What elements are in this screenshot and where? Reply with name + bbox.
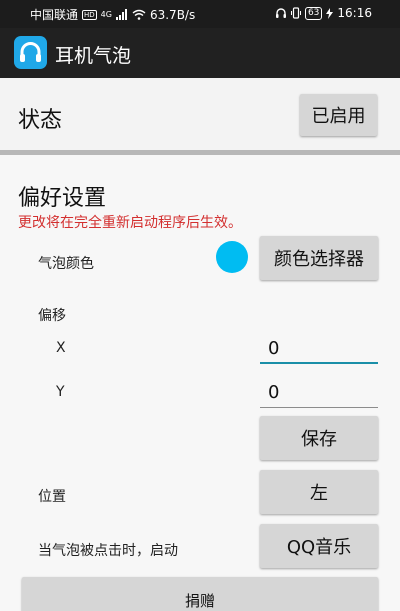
network-type: 4G xyxy=(100,10,112,19)
carrier-name: 中国联通 xyxy=(30,8,79,22)
network-speed: 63.7B/s xyxy=(149,7,196,22)
app-bar: 耳机气泡 xyxy=(0,28,400,78)
app-title: 耳机气泡 xyxy=(55,45,132,67)
wifi-icon xyxy=(132,9,146,20)
headphones-status-icon xyxy=(275,8,286,18)
system-status-bar: 中国联通 HD 4G 63.7B/s 63 16:16 xyxy=(0,0,400,28)
on-click-app-button[interactable]: QQ音乐 xyxy=(260,524,378,568)
restart-warning: 更改将在完全重新启动程序后生效。 xyxy=(18,215,242,231)
offset-x-label: X xyxy=(56,340,66,356)
hd-badge: HD xyxy=(82,9,97,20)
status-label: 状态 xyxy=(18,108,63,133)
enabled-toggle-button[interactable]: 已启用 xyxy=(300,94,377,136)
save-button[interactable]: 保存 xyxy=(260,416,378,460)
color-picker-button[interactable]: 颜色选择器 xyxy=(260,236,378,280)
bubble-color-label: 气泡颜色 xyxy=(38,256,94,272)
on-click-label: 当气泡被点击时，启动 xyxy=(38,543,178,559)
status-bar-left: 中国联通 HD 4G 63.7B/s xyxy=(30,6,195,23)
offset-x-input[interactable] xyxy=(260,334,378,364)
signal-icon xyxy=(115,9,127,20)
section-divider xyxy=(0,150,400,155)
position-label: 位置 xyxy=(38,489,66,505)
clock: 16:16 xyxy=(337,6,372,20)
position-select-button[interactable]: 左 xyxy=(260,470,378,514)
offset-y-label: Y xyxy=(56,384,65,400)
donate-button[interactable]: 捐赠 xyxy=(22,577,378,611)
headphones-icon xyxy=(14,36,47,69)
status-bar-right: 63 16:16 xyxy=(275,6,372,20)
status-section: 状态 已启用 xyxy=(0,78,400,150)
preferences-title: 偏好设置 xyxy=(18,186,107,211)
charging-icon xyxy=(326,7,334,19)
bubble-color-swatch xyxy=(216,241,248,273)
battery-indicator: 63 xyxy=(304,6,323,20)
vibrate-icon xyxy=(290,7,301,19)
offset-y-input[interactable] xyxy=(260,378,378,408)
offset-label: 偏移 xyxy=(38,308,66,324)
